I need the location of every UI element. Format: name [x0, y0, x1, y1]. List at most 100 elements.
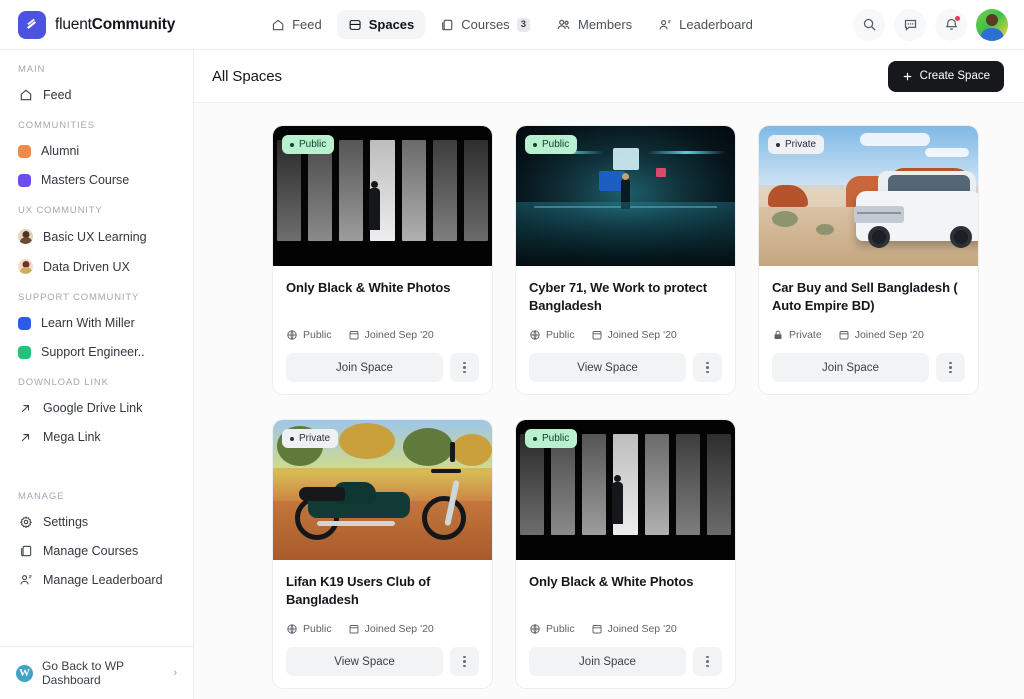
color-swatch-icon	[18, 173, 31, 187]
globe-icon	[287, 624, 297, 634]
sidebar-section-support-community: SUPPORT COMMUNITY	[18, 292, 140, 303]
avatar[interactable]	[976, 8, 1008, 41]
sidebar-item-mega-link[interactable]: Mega Link	[12, 424, 181, 450]
view-space-button[interactable]: View Space	[286, 647, 443, 676]
sidebar-item-alumni[interactable]: Alumni	[12, 138, 181, 164]
sidebar-item-manage-leaderboard[interactable]: Manage Leaderboard	[12, 567, 181, 593]
nav-label-members: Members	[577, 17, 633, 32]
card-more-options-button[interactable]	[693, 353, 722, 382]
card-meta: Public Joined Sep '20	[286, 329, 479, 341]
sidebar-item-google-drive-link[interactable]: Google Drive Link	[12, 395, 181, 421]
card-meta: Public Joined Sep '20	[529, 623, 722, 635]
joined-label: Joined Sep '20	[607, 329, 677, 341]
spaces-grid: Public Only Black & White Photos Public	[194, 125, 1024, 689]
space-title: Car Buy and Sell Bangladesh ( Auto Empir…	[772, 280, 958, 314]
space-thumbnail: Private	[759, 126, 978, 266]
joined-label: Joined Sep '20	[364, 329, 434, 341]
card-more-options-button[interactable]	[693, 647, 722, 676]
search-icon	[863, 18, 876, 31]
sidebar-label-feed: Feed	[43, 88, 72, 102]
badge-label: Public	[542, 433, 570, 444]
sidebar-item-feed[interactable]: Feed	[12, 82, 181, 108]
card-more-options-button[interactable]	[450, 647, 479, 676]
sidebar-item-support-engineer[interactable]: Support Engineer..	[12, 339, 181, 365]
top-bar: fluentCommunity Feed Spaces Courses 3 Me…	[0, 0, 1024, 50]
nav-label-courses: Courses	[461, 17, 510, 32]
main-navigation: Feed Spaces Courses 3 Members Leaderboar…	[260, 10, 764, 39]
privacy-meta: Public	[286, 623, 332, 635]
space-card[interactable]: Private Car Buy and Sell Bangladesh ( Au…	[758, 125, 979, 395]
space-card[interactable]: Public Cyber 71, We Work to protect Bang…	[515, 125, 736, 395]
card-more-options-button[interactable]	[936, 353, 965, 382]
space-card[interactable]: Public Only Black & White Photos Public	[515, 419, 736, 689]
privacy-badge: Public	[525, 429, 578, 448]
badge-label: Public	[299, 139, 327, 150]
space-card[interactable]: Private Lifan K19 Users Club of Banglade…	[272, 419, 493, 689]
space-card[interactable]: Public Only Black & White Photos Public	[272, 125, 493, 395]
leaderboard-icon	[18, 573, 33, 587]
main-content: All Spaces Create Space Public Only Blac…	[194, 50, 1024, 699]
privacy-badge: Public	[282, 135, 335, 154]
sidebar-label-settings: Settings	[43, 515, 89, 529]
privacy-meta: Public	[286, 329, 332, 341]
courses-icon	[18, 544, 33, 558]
card-actions: View Space	[529, 353, 722, 382]
badge-dot-icon	[290, 142, 294, 147]
wp-dashboard-link[interactable]: W Go Back to WP Dashboard ›	[0, 646, 193, 699]
external-link-icon	[18, 402, 33, 415]
lock-icon	[774, 330, 782, 339]
view-space-button[interactable]: View Space	[529, 353, 686, 382]
badge-label: Private	[299, 433, 331, 444]
card-meta: Public Joined Sep '20	[529, 329, 722, 341]
join-space-button[interactable]: Join Space	[529, 647, 686, 676]
brand-name-light: fluent	[55, 15, 92, 33]
sidebar: MAIN Feed COMMUNITIES Alumni Masters Cou…	[0, 50, 194, 699]
top-actions	[853, 8, 1008, 41]
sidebar-item-data-driven-ux[interactable]: Data Driven UX	[12, 253, 181, 280]
sidebar-label-manage-leaderboard: Manage Leaderboard	[43, 573, 163, 587]
sidebar-item-learn-with-miller[interactable]: Learn With Miller	[12, 310, 181, 336]
card-actions: Join Space	[529, 647, 722, 676]
messages-button[interactable]	[894, 8, 926, 41]
brand-logo-area[interactable]: fluentCommunity	[18, 10, 175, 39]
home-icon	[272, 19, 284, 30]
members-icon	[557, 19, 570, 29]
card-actions: Join Space	[286, 353, 479, 382]
joined-label: Joined Sep '20	[364, 623, 434, 635]
globe-icon	[530, 624, 540, 634]
joined-label: Joined Sep '20	[854, 329, 924, 341]
wordpress-icon: W	[16, 664, 33, 682]
nav-item-leaderboard[interactable]: Leaderboard	[647, 10, 764, 39]
card-more-options-button[interactable]	[450, 353, 479, 382]
notifications-button[interactable]	[935, 8, 967, 41]
sidebar-label-masters-course: Masters Course	[41, 173, 130, 187]
nav-item-members[interactable]: Members	[545, 10, 643, 39]
join-space-button[interactable]: Join Space	[772, 353, 929, 382]
plus-icon	[903, 72, 911, 80]
card-actions: Join Space	[772, 353, 965, 382]
calendar-icon	[349, 331, 359, 340]
sidebar-item-settings[interactable]: Settings	[12, 509, 181, 535]
privacy-badge: Private	[282, 429, 339, 448]
privacy-label: Public	[546, 329, 575, 341]
nav-item-courses[interactable]: Courses 3	[429, 10, 541, 39]
nav-item-feed[interactable]: Feed	[260, 10, 333, 39]
card-body: Car Buy and Sell Bangladesh ( Auto Empir…	[759, 266, 978, 394]
sidebar-label-manage-courses: Manage Courses	[43, 544, 139, 558]
sidebar-item-masters-course[interactable]: Masters Course	[12, 167, 181, 193]
badge-label: Public	[542, 139, 570, 150]
sidebar-section-download-link: DOWNLOAD LINK	[18, 377, 109, 388]
sidebar-section-manage: MANAGE	[18, 491, 65, 502]
join-space-button[interactable]: Join Space	[286, 353, 443, 382]
nav-item-spaces[interactable]: Spaces	[336, 10, 426, 39]
fluent-logo-icon	[18, 10, 46, 39]
sidebar-label-support-engineer: Support Engineer..	[41, 345, 145, 359]
app-shell: MAIN Feed COMMUNITIES Alumni Masters Cou…	[0, 50, 1024, 699]
search-button[interactable]	[853, 8, 885, 41]
badge-dot-icon	[533, 142, 537, 147]
sidebar-item-basic-ux-learning[interactable]: Basic UX Learning	[12, 223, 181, 250]
create-space-button[interactable]: Create Space	[887, 60, 1004, 92]
sidebar-item-manage-courses[interactable]: Manage Courses	[12, 538, 181, 564]
gear-icon	[18, 515, 33, 529]
